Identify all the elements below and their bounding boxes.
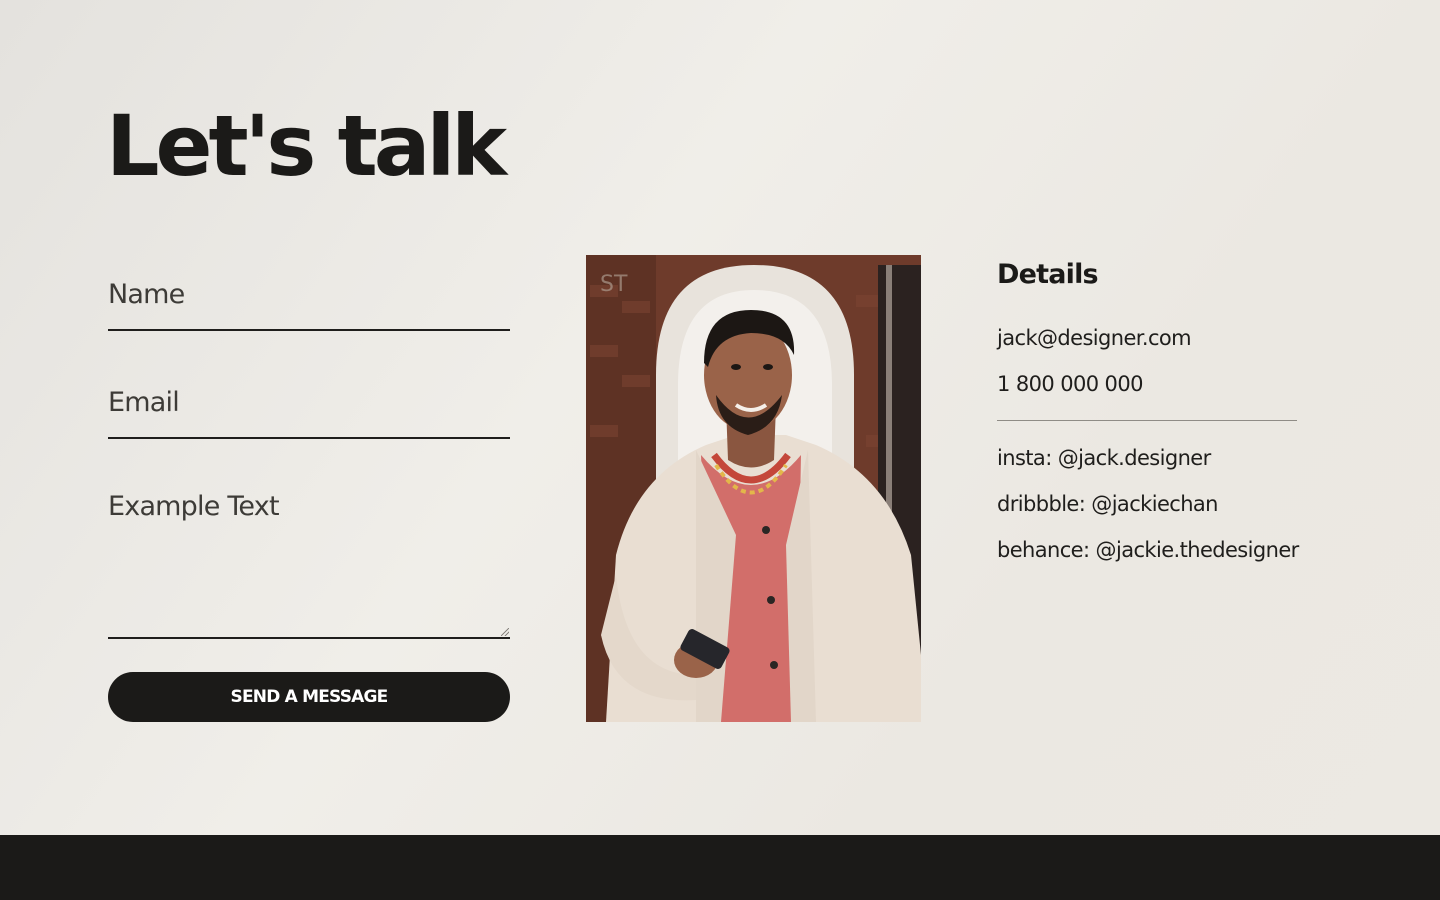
contact-phone-link[interactable]: 1 800 000 000: [997, 369, 1297, 399]
email-field-wrapper: [108, 363, 510, 439]
name-field-wrapper: [108, 255, 510, 331]
resize-handle-icon[interactable]: [501, 628, 509, 636]
message-textarea[interactable]: [108, 471, 510, 637]
behance-link[interactable]: behance: @jackie.thedesigner: [997, 535, 1299, 565]
svg-text:ST: ST: [600, 272, 628, 297]
dribbble-link[interactable]: dribbble: @jackiechan: [997, 489, 1297, 519]
details-divider: [997, 420, 1297, 421]
contact-form: SEND A MESSAGE: [108, 255, 510, 722]
contact-email-link[interactable]: jack@designer.com: [997, 323, 1297, 353]
footer-bar: [0, 835, 1440, 900]
message-field-wrapper: [108, 471, 510, 639]
page-title: Let's talk: [106, 97, 507, 195]
details-title: Details: [997, 259, 1099, 290]
instagram-link[interactable]: insta: @jack.designer: [997, 443, 1297, 473]
details-panel: Details jack@designer.com 1 800 000 000 …: [997, 255, 1299, 565]
name-input[interactable]: [108, 255, 510, 329]
email-input[interactable]: [108, 363, 510, 437]
send-message-button[interactable]: SEND A MESSAGE: [108, 672, 510, 722]
portrait-image: ST: [586, 255, 921, 722]
